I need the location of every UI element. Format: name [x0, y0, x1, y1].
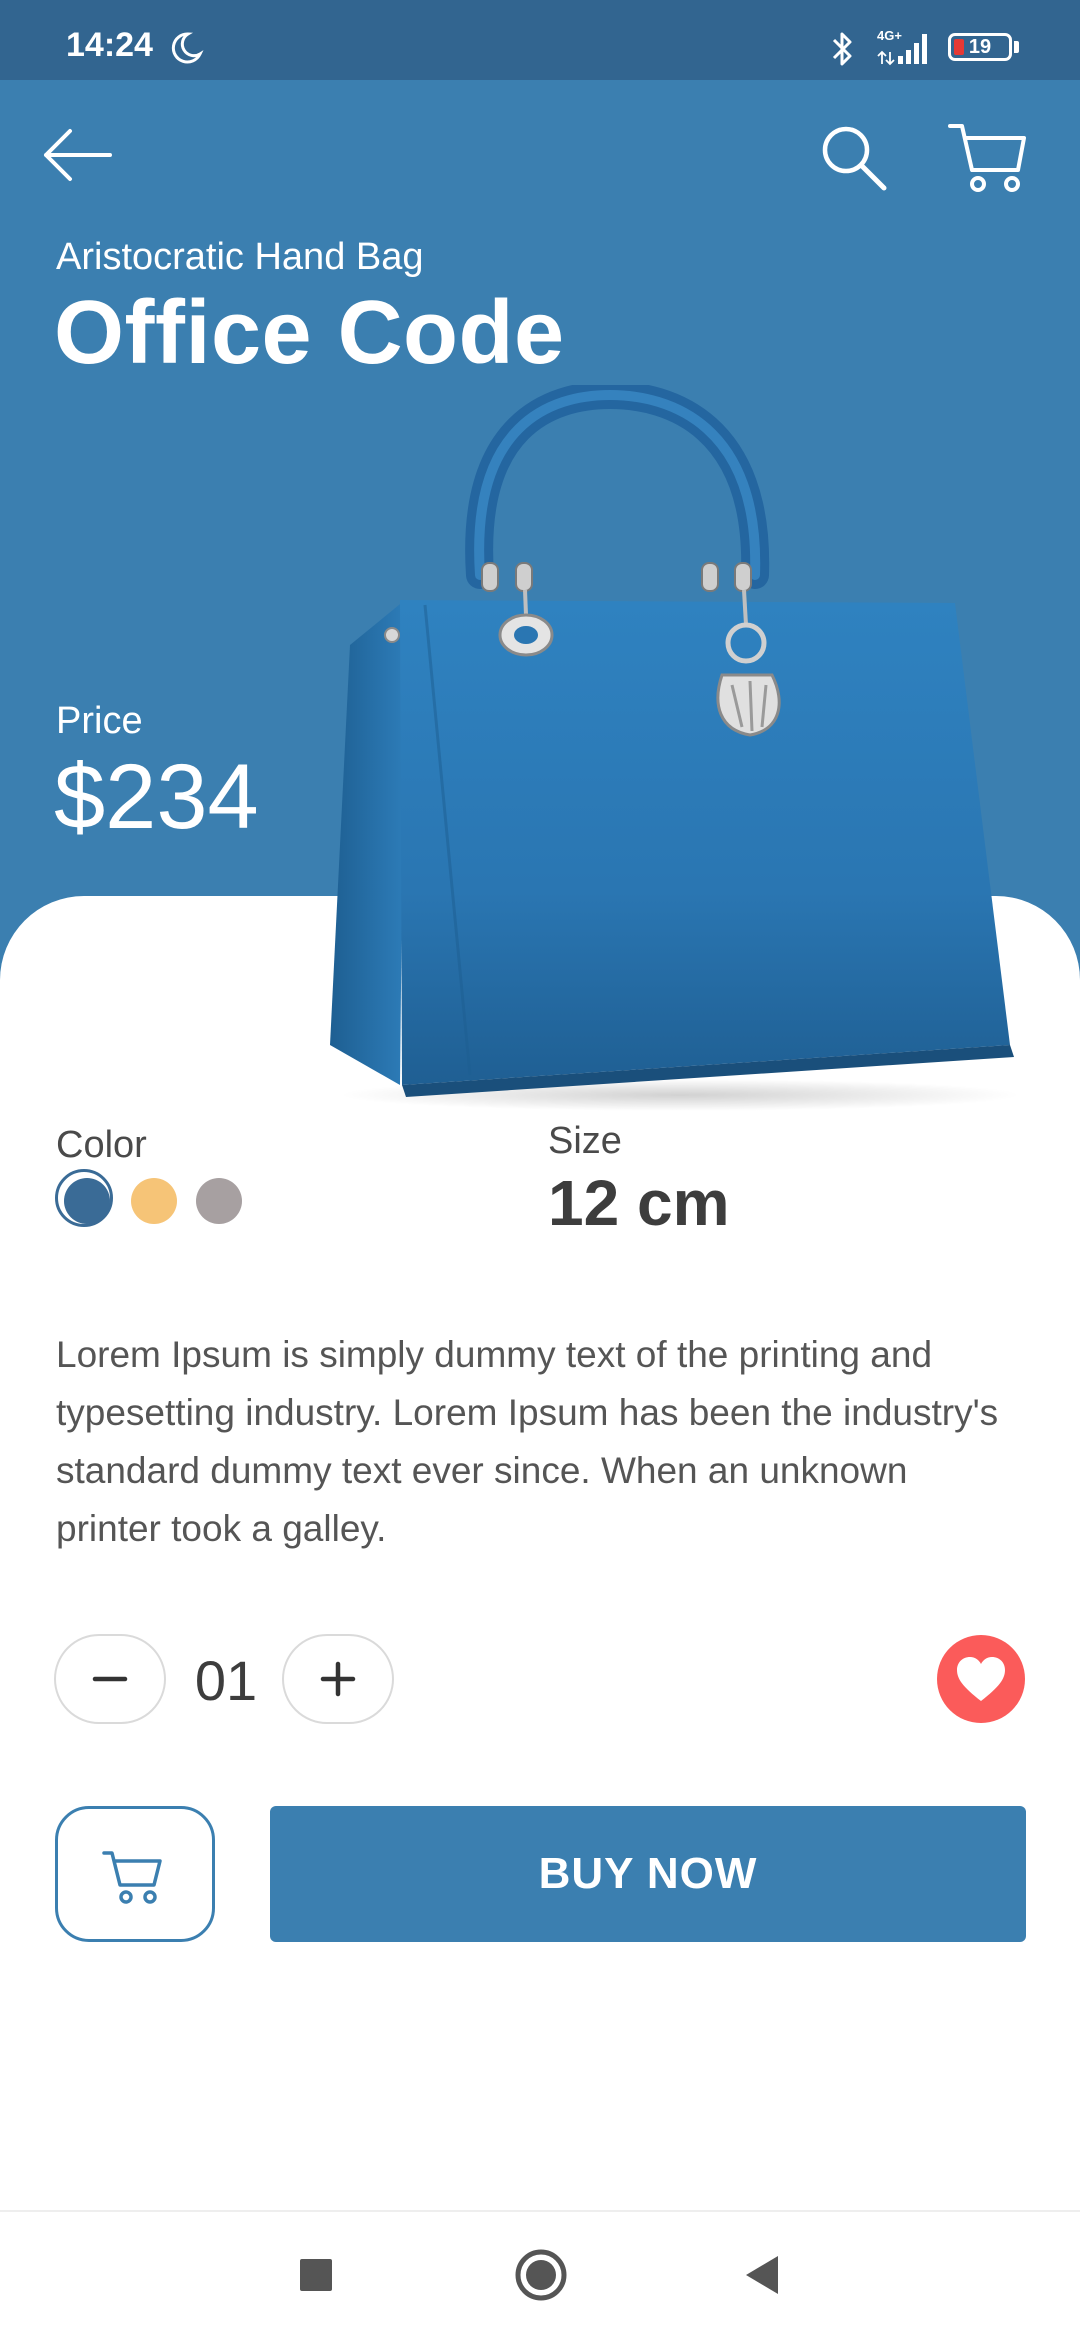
- buy-now-button[interactable]: BUY NOW: [270, 1806, 1026, 1942]
- search-icon[interactable]: [818, 122, 890, 194]
- battery-tip: [1014, 41, 1019, 53]
- cart-icon: [102, 1851, 162, 1904]
- status-time: 14:24: [66, 26, 153, 64]
- price-label: Price: [56, 700, 143, 742]
- bluetooth-icon: [832, 32, 852, 66]
- favorite-button[interactable]: [937, 1635, 1025, 1723]
- status-bar: 14:24 4G+ 19: [0, 0, 1080, 80]
- back-arrow-icon[interactable]: [40, 125, 116, 185]
- color-swatch-blue[interactable]: [64, 1178, 110, 1224]
- battery-level: 19: [968, 36, 992, 58]
- minus-icon: [92, 1676, 128, 1682]
- size-value: 12 cm: [548, 1167, 730, 1239]
- price-value: $234: [54, 746, 259, 848]
- heart-icon: [957, 1657, 1005, 1701]
- home-icon[interactable]: [514, 2248, 568, 2302]
- signal-icon: [877, 34, 927, 66]
- quantity-increase-button[interactable]: [282, 1634, 394, 1724]
- color-label: Color: [56, 1124, 147, 1166]
- battery-icon: 19: [948, 33, 1012, 61]
- add-to-cart-button[interactable]: [55, 1806, 215, 1942]
- quantity-decrease-button[interactable]: [54, 1634, 166, 1724]
- color-swatch-yellow[interactable]: [131, 1178, 177, 1224]
- plus-icon: [320, 1661, 356, 1697]
- product-description: Lorem Ipsum is simply dummy text of the …: [56, 1334, 999, 1549]
- product-image: [330, 385, 1020, 1111]
- moon-icon: [171, 32, 204, 64]
- cart-icon[interactable]: [948, 120, 1028, 196]
- quantity-value: 01: [194, 1649, 258, 1712]
- product-subtitle: Aristocratic Hand Bag: [56, 236, 424, 278]
- back-triangle-icon[interactable]: [742, 2254, 782, 2296]
- size-label: Size: [548, 1120, 622, 1162]
- recents-icon[interactable]: [300, 2259, 332, 2291]
- product-title: Office Code: [54, 283, 565, 383]
- color-swatch-grey[interactable]: [196, 1178, 242, 1224]
